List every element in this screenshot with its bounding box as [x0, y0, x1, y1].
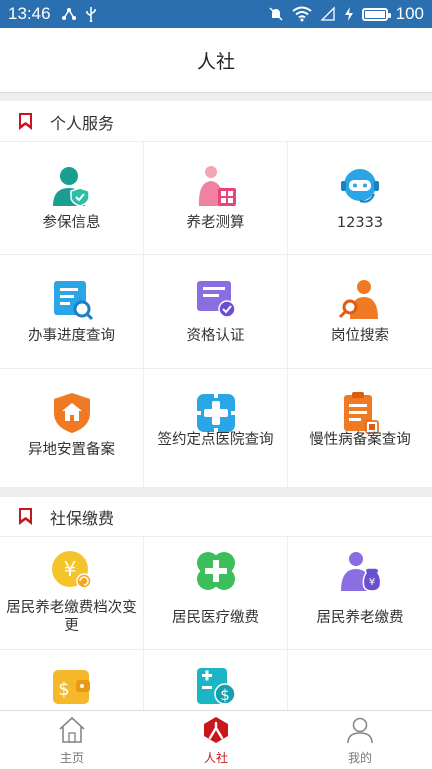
network-share-icon — [61, 8, 76, 20]
wifi-icon — [292, 6, 312, 22]
certificate-check-icon — [196, 281, 236, 318]
service-label: 居民养老缴费档次变更 — [6, 600, 137, 634]
service-label: 办事进度查询 — [28, 328, 115, 344]
svg-text:$: $ — [220, 686, 230, 704]
medical-clover-icon — [196, 552, 235, 590]
service-item-job-search[interactable]: 岗位搜索 — [288, 255, 432, 369]
yuan-coin-icon: ¥ — [51, 551, 92, 589]
service-label: 签约定点医院查询 — [157, 432, 274, 448]
house-shield-icon — [53, 393, 90, 433]
nav-item-renshe[interactable]: 人社 — [144, 711, 288, 769]
section-header-social-security-payment: 社保缴费 — [0, 497, 432, 537]
document-search-icon — [53, 281, 93, 321]
profile-icon — [347, 717, 373, 744]
service-label: 资格认证 — [186, 328, 245, 344]
renshe-logo-icon — [204, 717, 228, 743]
service-item-insurance-info[interactable]: 参保信息 — [0, 142, 144, 255]
bookmark-flag-icon — [19, 113, 32, 130]
svg-text:¥: ¥ — [369, 577, 375, 588]
elder-payment-icon: ¥ — [341, 552, 382, 592]
mute-icon — [269, 7, 283, 21]
service-item-qualification-cert[interactable]: 资格认证 — [144, 255, 288, 369]
nav-label: 主页 — [59, 751, 84, 765]
wallet-dollar-icon: $ — [52, 670, 90, 704]
service-item-medical-payment[interactable]: 居民医疗缴费 — [144, 537, 288, 650]
service-label: 异地安置备案 — [28, 442, 115, 458]
service-item-pension-payment[interactable]: ¥ 居民养老缴费 — [288, 537, 432, 650]
service-item-hotline[interactable]: 12333 — [288, 142, 432, 255]
service-label: 12333 — [336, 215, 384, 231]
nav-item-home[interactable]: 主页 — [0, 711, 144, 769]
user-shield-icon — [52, 167, 90, 207]
title-bar: 人社 — [0, 28, 432, 93]
service-item-progress-query[interactable]: 办事进度查询 — [0, 255, 144, 369]
service-label: 慢性病备案查询 — [309, 432, 411, 448]
service-item-relocation-filing[interactable]: 异地安置备案 — [0, 369, 144, 488]
service-label: 居民养老缴费 — [316, 610, 404, 626]
section-title: 社保缴费 — [50, 508, 115, 528]
page-title: 人社 — [196, 50, 235, 73]
nav-item-profile[interactable]: 我的 — [288, 711, 432, 769]
status-bar: 13:46 100 — [0, 0, 432, 28]
bookmark-flag-icon — [19, 508, 32, 525]
home-icon — [59, 716, 85, 743]
section-title: 个人服务 — [50, 113, 115, 133]
status-time: 13:46 — [8, 4, 51, 23]
service-label: 参保信息 — [42, 215, 101, 231]
section-header-personal-services: 个人服务 — [0, 102, 432, 142]
charging-icon — [344, 7, 353, 21]
no-signal-icon — [320, 6, 335, 21]
service-item-pension-tier-change[interactable]: ¥ 居民养老缴费档次变更 — [0, 537, 144, 650]
usb-icon — [85, 7, 96, 22]
elder-calculator-icon — [198, 166, 236, 206]
nav-label: 我的 — [347, 751, 372, 765]
bottom-navigation: 主页 人社 我的 — [0, 710, 432, 769]
battery-icon — [361, 7, 391, 21]
title-divider — [0, 93, 432, 101]
service-item-hospital-query[interactable]: 签约定点医院查询 — [144, 369, 288, 488]
service-label: 岗位搜索 — [331, 328, 389, 344]
battery-level: 100 — [395, 4, 424, 23]
service-label: 养老测算 — [186, 215, 245, 231]
svg-text:$: $ — [58, 679, 69, 700]
nav-label: 人社 — [203, 751, 228, 765]
clipboard-list-icon — [344, 392, 379, 434]
svg-text:¥: ¥ — [63, 557, 76, 581]
service-item-pension-calc[interactable]: 养老测算 — [144, 142, 288, 255]
service-item-chronic-disease-query[interactable]: 慢性病备案查询 — [288, 369, 432, 488]
payment-calc-icon: $ — [196, 668, 236, 705]
job-search-icon — [338, 280, 378, 319]
customer-service-robot-icon — [341, 169, 379, 203]
hospital-cross-icon — [196, 394, 235, 432]
service-label: 居民医疗缴费 — [172, 610, 259, 626]
